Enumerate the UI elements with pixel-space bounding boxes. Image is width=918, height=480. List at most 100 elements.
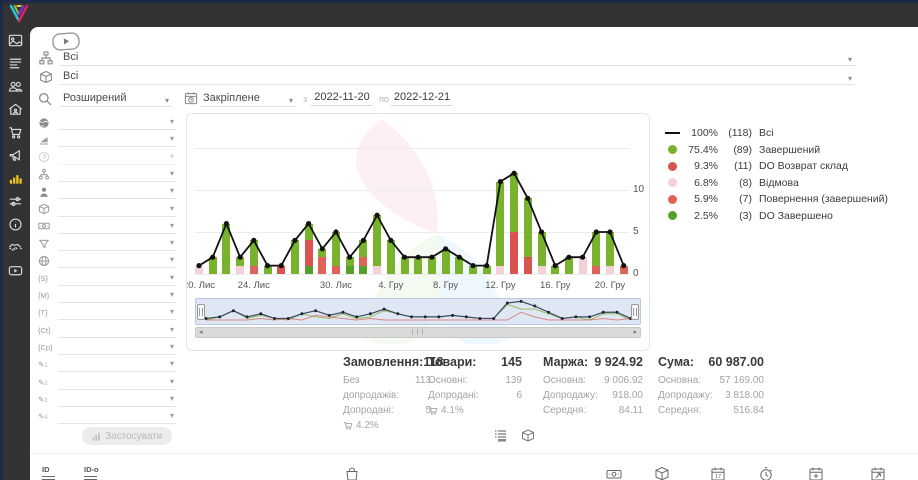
sidebar-item-info[interactable] — [0, 213, 30, 236]
bottom-tab-bag[interactable] — [344, 466, 360, 480]
question-select[interactable]: ▾ — [58, 150, 176, 165]
banknote-icon — [606, 466, 622, 480]
stat-footer: 4.2% — [343, 420, 431, 431]
chevron-down-icon: ▾ — [170, 238, 174, 247]
filter-row-utm-campaign: {Cp}▾ — [30, 340, 190, 356]
bottom-tab-calendar-date[interactable]: 17 — [710, 466, 726, 480]
list-details-icon — [494, 429, 508, 443]
bottom-tab-id-dash-o[interactable]: ID-o — [84, 466, 99, 480]
sidebar-item-card-image[interactable] — [0, 29, 30, 52]
chevron-down-icon: ▾ — [170, 290, 174, 299]
pencil-1-select[interactable]: ▾ — [58, 357, 176, 372]
bottom-tab-package[interactable] — [654, 466, 670, 480]
ramp-select[interactable]: ▾ — [58, 132, 176, 147]
scroll-right-arrow[interactable]: ▸ — [633, 328, 637, 337]
sidebar-item-cart[interactable] — [0, 121, 30, 144]
bottom-tab-id-lines[interactable]: ID — [42, 466, 55, 480]
chevron-down-icon: ▾ — [170, 204, 174, 213]
utm-term-select[interactable]: ▾ — [58, 305, 176, 320]
stopwatch-icon — [758, 466, 774, 480]
stat-value: 145 — [501, 355, 522, 369]
banknote-select[interactable]: ▾ — [58, 219, 176, 234]
legend-item[interactable]: 2.5%(3)DO Завершено — [662, 208, 912, 225]
range-selector-minimap[interactable] — [195, 298, 641, 325]
chevron-down-icon: ▾ — [170, 117, 174, 126]
bar-segment — [469, 266, 477, 274]
bottom-tab-calendar-add[interactable] — [808, 466, 824, 480]
legend-item[interactable]: 75.4%(89)Завершений — [662, 142, 912, 159]
brand-logo[interactable] — [7, 3, 31, 25]
legend-line-swatch — [662, 132, 682, 134]
warehouse-icon — [7, 101, 24, 118]
utm-content-select[interactable]: ▾ — [58, 323, 176, 338]
chevron-down-icon: ▾ — [170, 273, 174, 282]
package-icon — [654, 466, 670, 480]
legend-dot-swatch — [662, 145, 682, 154]
sidebar-item-warehouse[interactable] — [0, 98, 30, 121]
sidebar-item-users[interactable] — [0, 75, 30, 98]
filter-row-web: ▾ — [30, 253, 190, 269]
utm-campaign-select[interactable]: ▾ — [58, 340, 176, 355]
source-select[interactable]: Всі ▾ — [60, 49, 855, 66]
pencil-4-select[interactable]: ▾ — [58, 409, 176, 424]
bottom-tab-stopwatch[interactable] — [758, 466, 774, 480]
bar-segment — [236, 257, 244, 265]
legend-dot-swatch — [662, 162, 682, 171]
chevron-down-icon: ▾ — [289, 93, 293, 109]
legend-item[interactable]: 6.8%(8)Відмова — [662, 175, 912, 192]
bar-segment — [209, 257, 217, 274]
hierarchy-select[interactable]: ▾ — [58, 167, 176, 182]
x-axis-tick: 20. Лис — [186, 280, 225, 291]
filter-row-utm-medium: {M}▾ — [30, 288, 190, 304]
utm-medium-select[interactable]: ▾ — [58, 288, 176, 303]
pencil-2-select[interactable]: ▾ — [58, 375, 176, 390]
sidebar-item-sliders[interactable] — [0, 190, 30, 213]
stat-subrow: Середня:516.84 — [658, 403, 764, 418]
stat-column: Товари:145Основні:139Допродані:64.1% — [428, 355, 522, 416]
funnel-select[interactable]: ▾ — [58, 236, 176, 251]
product-select[interactable]: Всі ▾ — [60, 68, 855, 85]
package-select[interactable]: ▾ — [58, 202, 176, 217]
video-icon — [7, 262, 24, 279]
legend-item[interactable]: 100%(118)Всі — [662, 125, 912, 142]
legend-item[interactable]: 9.3%(11)DO Возврат склад — [662, 158, 912, 175]
scroll-grip[interactable]: | | | — [411, 329, 424, 335]
bottom-tab-calendar-export[interactable] — [870, 466, 886, 480]
legend-count: (3) — [718, 210, 752, 222]
apply-filters-button[interactable]: Застосувати — [82, 427, 172, 445]
chart-scrollbar[interactable]: ◂ | | | ▸ — [195, 327, 641, 338]
legend-item[interactable]: 5.9%(7)Повернення (завершений) — [662, 191, 912, 208]
sidebar-nav — [0, 27, 30, 480]
toggle-package-icon[interactable] — [521, 429, 535, 443]
date-to-input[interactable]: 2022-12-21 — [391, 90, 453, 106]
bar-segment — [592, 232, 600, 266]
search-mode-select[interactable]: Розширений ▾ — [60, 90, 172, 107]
pencil-4-icon: ✎4 — [38, 410, 53, 423]
web-select[interactable]: ▾ — [58, 253, 176, 268]
bar-segment — [496, 182, 504, 266]
sidebar-item-orders-list[interactable] — [0, 52, 30, 75]
person-select[interactable]: ▾ — [58, 184, 176, 199]
bar-segment — [373, 266, 381, 274]
sidebar-item-video[interactable] — [0, 259, 30, 282]
range-handle-left[interactable] — [197, 304, 205, 320]
toggle-list-details-icon[interactable] — [494, 429, 508, 443]
bar-segment — [414, 257, 422, 274]
stat-column: Сума:60 987.00Основна:57 169.00Допродажу… — [658, 355, 764, 418]
globe-select[interactable]: ▾ — [58, 115, 176, 130]
sidebar-item-analytics[interactable] — [0, 167, 30, 190]
legend-dot-swatch — [662, 195, 682, 204]
gridline — [195, 190, 629, 191]
range-handle-right[interactable] — [631, 304, 639, 320]
scroll-left-arrow[interactable]: ◂ — [199, 328, 203, 337]
utm-source-icon: {S} — [38, 272, 53, 285]
sidebar-item-megaphone[interactable] — [0, 144, 30, 167]
chevron-down-icon: ▾ — [170, 255, 174, 264]
sidebar-item-handshake[interactable] — [0, 236, 30, 259]
pencil-3-select[interactable]: ▾ — [58, 392, 176, 407]
bottom-tab-banknote[interactable] — [606, 466, 622, 480]
utm-source-select[interactable]: ▾ — [58, 271, 176, 286]
chart-legend: 100%(118)Всі75.4%(89)Завершений9.3%(11)D… — [662, 125, 912, 224]
period-type-select[interactable]: Закріплене ▾ — [200, 90, 296, 107]
date-from-input[interactable]: 2022-11-20 — [311, 90, 373, 106]
